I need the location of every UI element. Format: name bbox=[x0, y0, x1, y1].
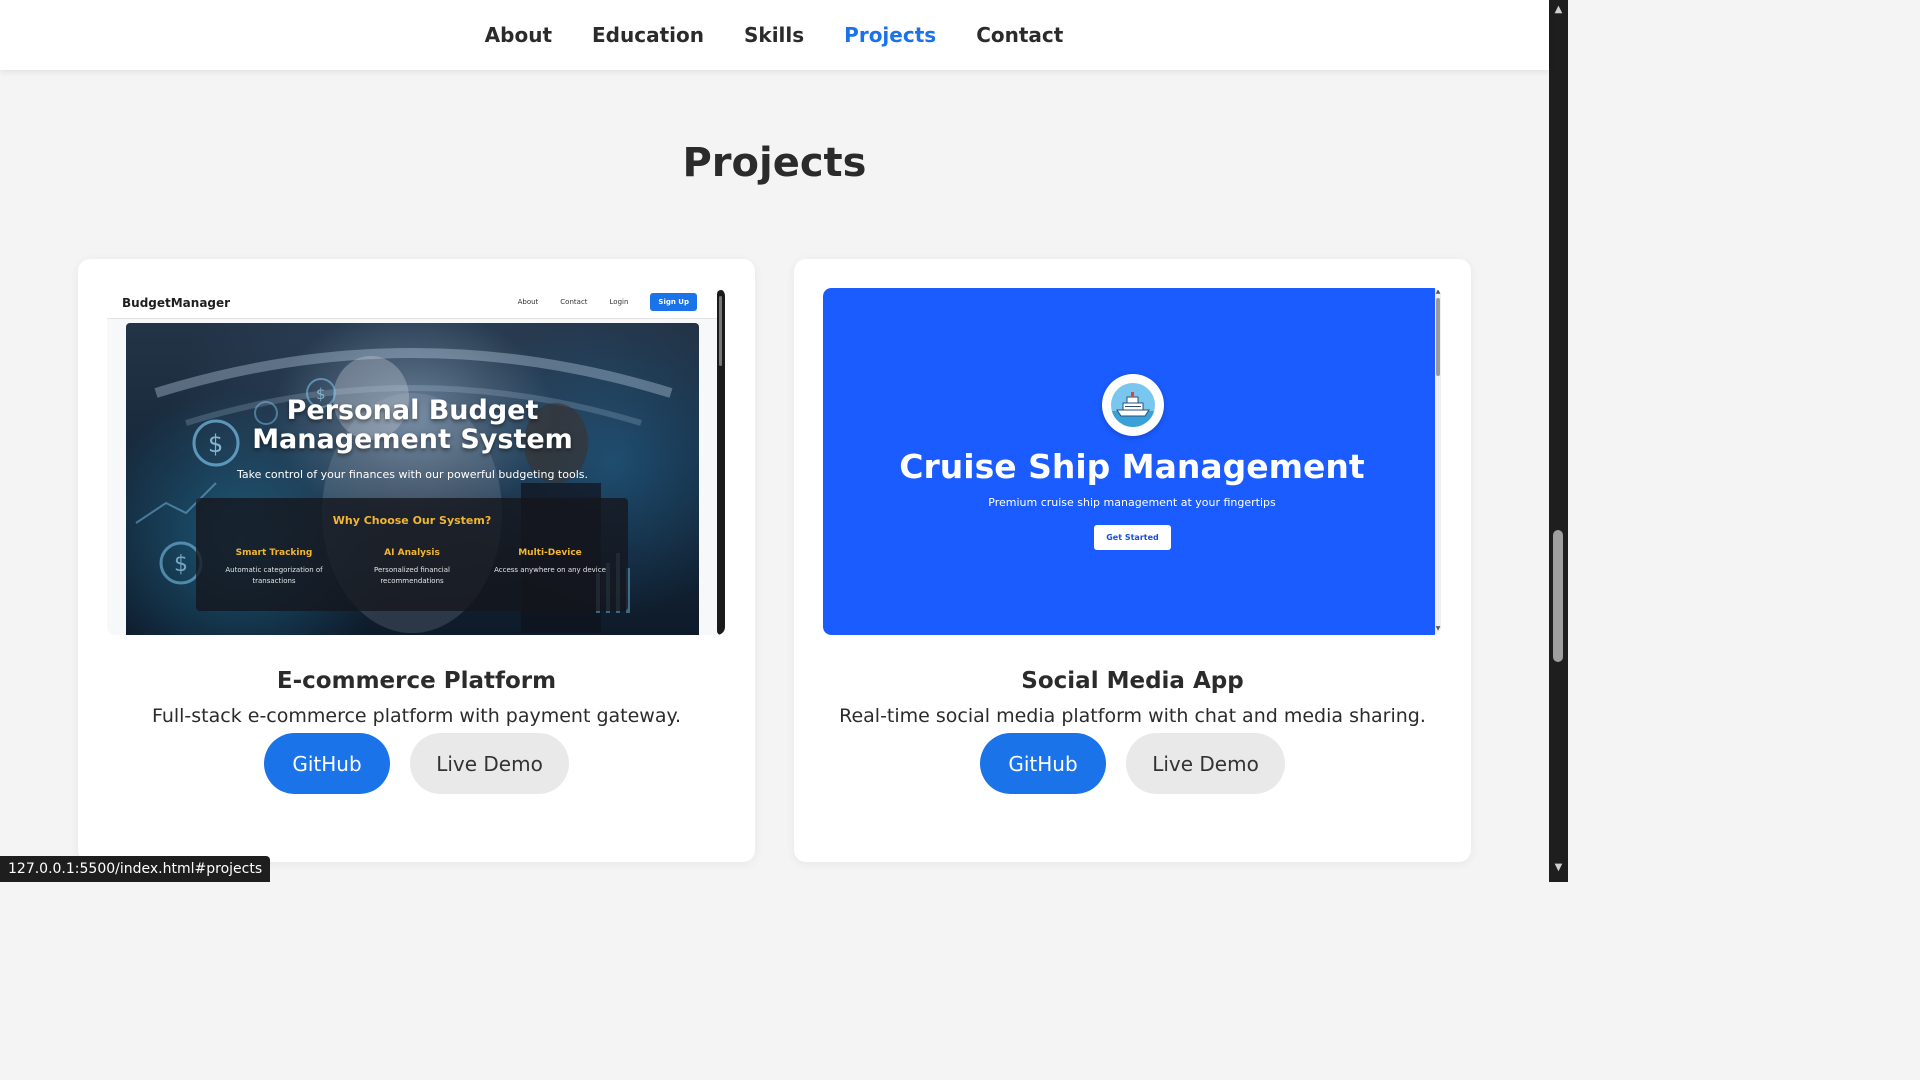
preview-scrollbar-thumb bbox=[719, 296, 722, 366]
preview-nav-links: About Contact Login Sign Up bbox=[518, 293, 697, 311]
preview-why-box: Why Choose Our System? Smart Tracking Au… bbox=[196, 498, 628, 611]
svg-text:$: $ bbox=[174, 552, 188, 577]
nav-links: About Education Skills Projects Contact bbox=[485, 23, 1064, 47]
preview-scrollbar: ▲ ▼ bbox=[1435, 288, 1441, 635]
status-bar-url: 127.0.0.1:5500/index.html#projects bbox=[0, 856, 271, 882]
preview-scrollbar-thumb bbox=[1436, 298, 1440, 376]
preview-logo-badge bbox=[1102, 374, 1164, 436]
preview-feature-desc: Access anywhere on any device bbox=[494, 566, 606, 574]
preview-get-started-button: Get Started bbox=[1094, 525, 1171, 550]
preview-feature-name: Multi-Device bbox=[518, 548, 582, 558]
preview-hero-title-line2: Management System bbox=[252, 424, 573, 455]
preview-hero-title-line1: Personal Budget bbox=[286, 395, 539, 426]
preview-feature-name: AI Analysis bbox=[384, 548, 440, 558]
nav-link-skills[interactable]: Skills bbox=[744, 23, 804, 47]
preview-nav-contact: Contact bbox=[560, 298, 588, 306]
scroll-down-arrow-icon[interactable]: ▼ bbox=[1549, 862, 1568, 873]
scroll-up-arrow-icon[interactable]: ▲ bbox=[1549, 4, 1568, 15]
project-description: Full-stack e-commerce platform with paym… bbox=[151, 705, 682, 727]
preview-logo: BudgetManager bbox=[122, 296, 231, 310]
preview-nav-about: About bbox=[517, 298, 539, 306]
preview-hero: Cruise Ship Management Premium cruise sh… bbox=[823, 288, 1435, 635]
page-scrollbar-thumb[interactable] bbox=[1553, 530, 1563, 662]
nav-link-about[interactable]: About bbox=[485, 23, 552, 47]
preview-feature-ai-analysis: AI Analysis Personalized financial recom… bbox=[347, 548, 477, 587]
preview-feature-name: Smart Tracking bbox=[235, 548, 313, 558]
preview-feature-desc: Automatic categorization of transactions bbox=[225, 566, 323, 585]
nav-link-projects[interactable]: Projects bbox=[844, 23, 936, 47]
github-button[interactable]: GitHub bbox=[264, 733, 390, 794]
project-preview-image: Cruise Ship Management Premium cruise sh… bbox=[823, 288, 1441, 635]
preview-scrollbar bbox=[717, 290, 725, 635]
top-navbar: About Education Skills Projects Contact bbox=[0, 0, 1549, 70]
project-buttons: GitHub Live Demo bbox=[78, 733, 755, 794]
scroll-up-arrow-icon: ▲ bbox=[1435, 288, 1441, 295]
ship-icon bbox=[1111, 383, 1155, 427]
project-description: Real-time social media platform with cha… bbox=[839, 705, 1426, 727]
preview-hero: $ $ $ Personal Budget Management System … bbox=[126, 323, 699, 635]
preview-hero-title: Cruise Ship Management bbox=[899, 447, 1365, 486]
project-preview-image: BudgetManager About Contact Login Sign U… bbox=[107, 288, 725, 635]
nav-link-contact[interactable]: Contact bbox=[976, 23, 1063, 47]
preview-feature-smart-tracking: Smart Tracking Automatic categorization … bbox=[209, 548, 339, 587]
live-demo-button[interactable]: Live Demo bbox=[1126, 733, 1285, 794]
github-button[interactable]: GitHub bbox=[980, 733, 1106, 794]
preview-feature-desc: Personalized financial recommendations bbox=[374, 566, 450, 585]
section-title: Projects bbox=[682, 140, 867, 186]
preview-why-title: Why Choose Our System? bbox=[332, 514, 492, 527]
preview-hero-title: Personal Budget Management System bbox=[126, 396, 699, 454]
preview-feature-multi-device: Multi-Device Access anywhere on any devi… bbox=[485, 548, 615, 576]
preview-signup-button: Sign Up bbox=[650, 293, 697, 311]
project-card: Cruise Ship Management Premium cruise sh… bbox=[794, 259, 1471, 862]
project-buttons: GitHub Live Demo bbox=[794, 733, 1471, 794]
preview-nav-login: Login bbox=[609, 298, 629, 306]
preview-navbar: BudgetManager About Contact Login Sign U… bbox=[107, 288, 717, 319]
page-scrollbar[interactable]: ▲ ▼ bbox=[1549, 0, 1568, 882]
preview-hero-subtitle: Take control of your finances with our p… bbox=[236, 468, 588, 481]
live-demo-button[interactable]: Live Demo bbox=[410, 733, 569, 794]
project-title: E-commerce Platform bbox=[276, 668, 557, 694]
project-title: Social Media App bbox=[1021, 668, 1244, 694]
nav-link-education[interactable]: Education bbox=[592, 23, 704, 47]
scroll-down-arrow-icon: ▼ bbox=[1435, 625, 1441, 632]
preview-hero-subtitle: Premium cruise ship management at your f… bbox=[988, 496, 1276, 509]
project-card: BudgetManager About Contact Login Sign U… bbox=[78, 259, 755, 862]
